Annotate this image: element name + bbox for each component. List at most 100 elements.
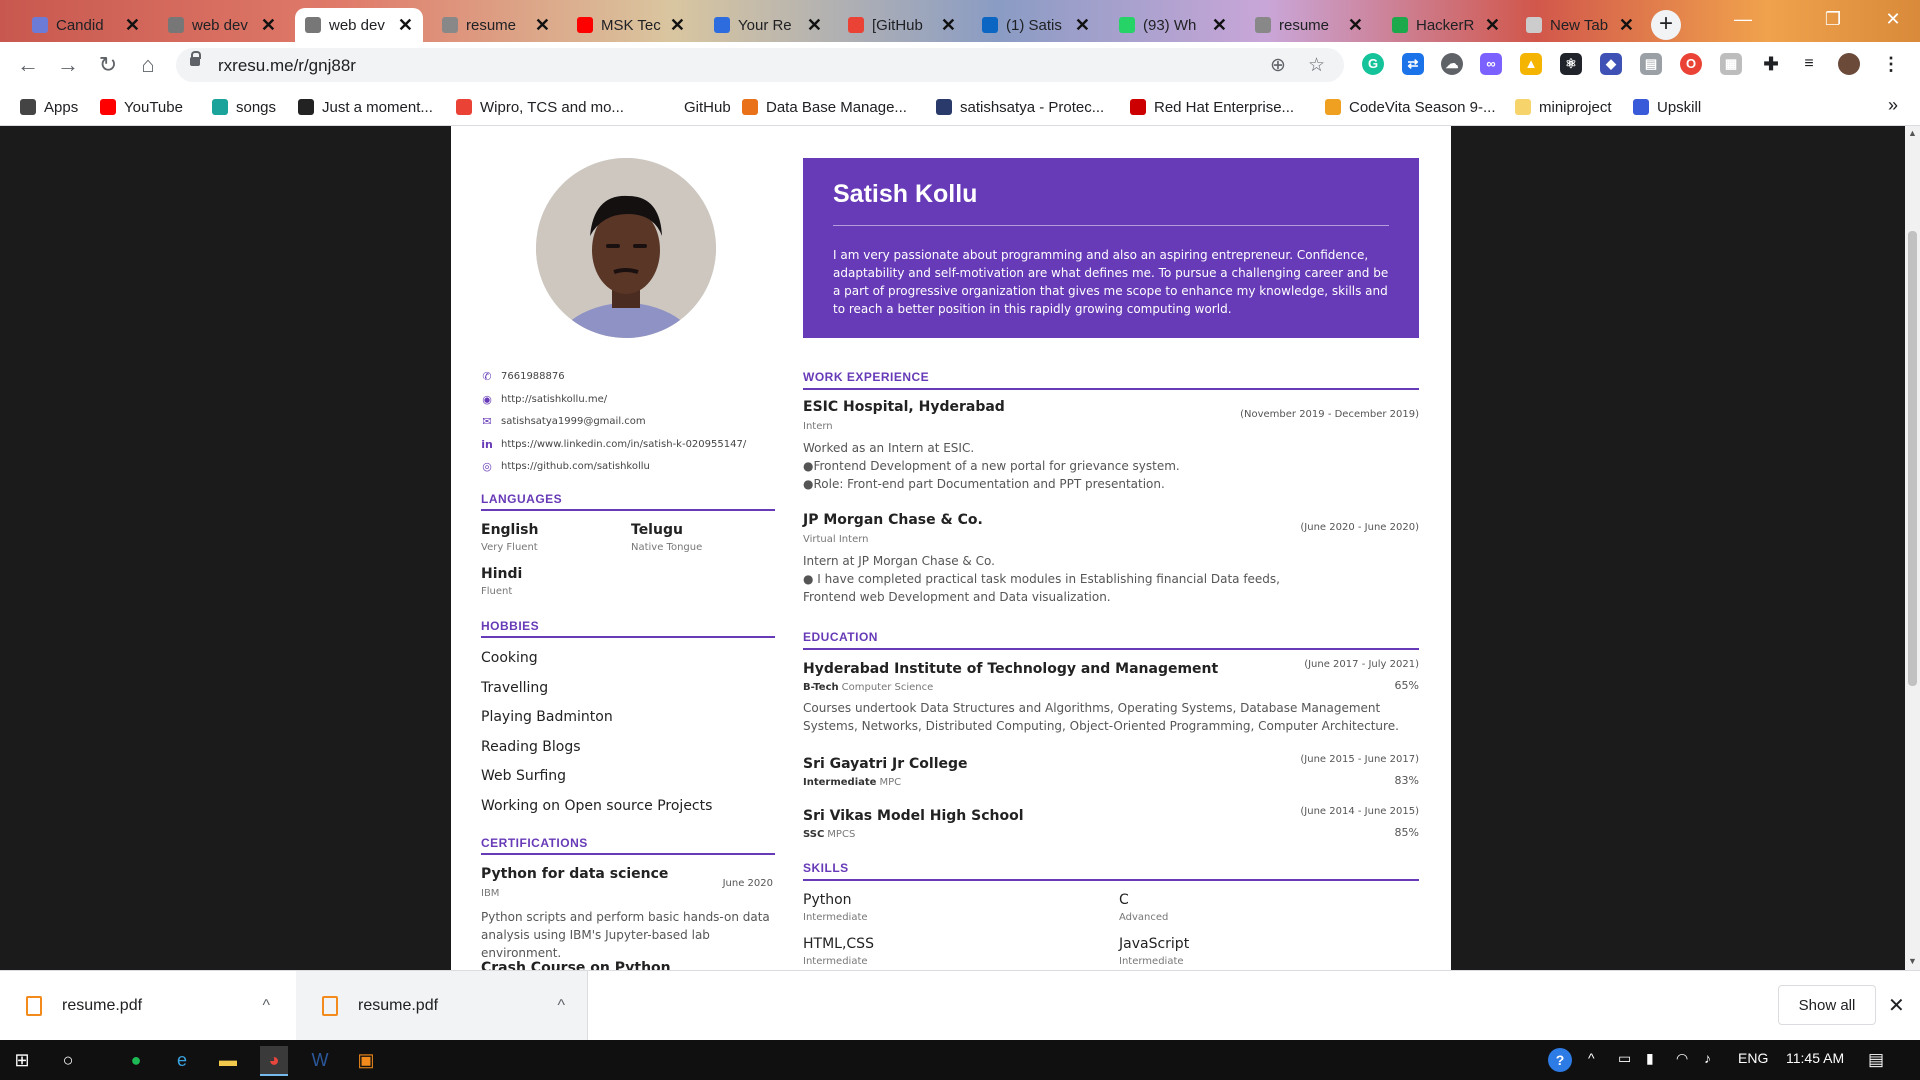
tab-close-icon[interactable]: ✕ bbox=[398, 15, 413, 36]
chrome-icon[interactable]: ◕ bbox=[260, 1046, 288, 1076]
tab-close-icon[interactable]: ✕ bbox=[125, 15, 140, 36]
contact-item[interactable]: ✉ satishsatya1999@gmail.com bbox=[481, 415, 646, 428]
grammarly-extension-icon[interactable]: G bbox=[1362, 53, 1384, 75]
bookmark-item[interactable]: Upskill bbox=[1633, 96, 1701, 118]
new-tab-button[interactable]: + bbox=[1651, 10, 1681, 40]
word-icon[interactable]: W bbox=[306, 1046, 334, 1074]
download-item[interactable]: resume.pdf ^ bbox=[296, 971, 588, 1041]
home-button[interactable]: ⌂ bbox=[134, 51, 162, 79]
bookmark-item[interactable]: CodeVita Season 9-... bbox=[1325, 96, 1495, 118]
contact-item[interactable]: ◉ http://satishkollu.me/ bbox=[481, 393, 607, 406]
edge-icon[interactable]: e bbox=[168, 1046, 196, 1074]
browser-tab[interactable]: web dev ✕ bbox=[158, 8, 286, 42]
search-circle-icon[interactable]: ○ bbox=[54, 1046, 82, 1074]
bookmark-item[interactable]: Wipro, TCS and mo... bbox=[456, 96, 624, 118]
glasses-extension-icon[interactable]: ∞ bbox=[1480, 53, 1502, 75]
react-devtools-icon[interactable]: ⚛ bbox=[1560, 53, 1582, 75]
download-filename[interactable]: resume.pdf bbox=[358, 997, 557, 1015]
browser-tab[interactable]: (93) Wh ✕ bbox=[1109, 8, 1237, 42]
chevron-up-icon[interactable]: ^ bbox=[262, 997, 270, 1015]
bookmark-item[interactable]: songs bbox=[212, 96, 276, 118]
tab-close-icon[interactable]: ✕ bbox=[1212, 15, 1227, 36]
tab-close-icon[interactable]: ✕ bbox=[261, 15, 276, 36]
back-button[interactable]: ← bbox=[14, 51, 42, 79]
scroll-down-arrow-icon[interactable]: ▼ bbox=[1907, 956, 1918, 966]
volume-icon[interactable]: ♪ bbox=[1704, 1050, 1711, 1066]
browser-tab[interactable]: resume ✕ bbox=[432, 8, 560, 42]
browser-tab[interactable]: HackerR ✕ bbox=[1382, 8, 1510, 42]
contact-value[interactable]: http://satishkollu.me/ bbox=[501, 394, 607, 405]
page-scrollbar[interactable]: ▲ ▼ bbox=[1905, 126, 1920, 970]
browser-tab[interactable]: resume ✕ bbox=[1245, 8, 1373, 42]
show-all-downloads-button[interactable]: Show all bbox=[1778, 985, 1876, 1025]
browser-tab[interactable]: MSK Tec ✕ bbox=[567, 8, 695, 42]
contact-value[interactable]: 7661988876 bbox=[501, 371, 565, 382]
close-window-button[interactable]: ✕ bbox=[1870, 4, 1916, 34]
spotify-icon[interactable]: ● bbox=[122, 1046, 150, 1074]
input-language[interactable]: ENG bbox=[1738, 1050, 1768, 1066]
forward-button[interactable]: → bbox=[54, 51, 82, 79]
tray-expand-icon[interactable]: ^ bbox=[1588, 1050, 1595, 1066]
file-explorer-icon[interactable]: ▬ bbox=[214, 1046, 242, 1074]
bookmark-item[interactable]: Just a moment... bbox=[298, 96, 433, 118]
bookmark-item[interactable]: Data Base Manage... bbox=[742, 96, 907, 118]
reload-button[interactable]: ↻ bbox=[94, 51, 122, 79]
notifications-icon[interactable]: ▤ bbox=[1868, 1050, 1884, 1070]
contact-value[interactable]: https://www.linkedin.com/in/satish-k-020… bbox=[501, 439, 746, 450]
tab-close-icon[interactable]: ✕ bbox=[1075, 15, 1090, 36]
chevron-up-icon[interactable]: ^ bbox=[557, 997, 565, 1015]
browser-tab[interactable]: web dev ✕ bbox=[295, 8, 423, 42]
bookmark-item[interactable]: GitHub bbox=[660, 96, 731, 118]
tab-close-icon[interactable]: ✕ bbox=[941, 15, 956, 36]
bookmark-item[interactable]: YouTube bbox=[100, 96, 183, 118]
bookmarks-overflow-button[interactable]: » bbox=[1888, 94, 1898, 116]
contact-value[interactable]: https://github.com/satishkollu bbox=[501, 461, 650, 472]
browser-tab[interactable]: Your Re ✕ bbox=[704, 8, 832, 42]
bookmark-star-icon[interactable]: ☆ bbox=[1308, 54, 1325, 77]
contact-item[interactable]: in https://www.linkedin.com/in/satish-k-0… bbox=[481, 438, 746, 451]
bookmark-item[interactable]: Red Hat Enterprise... bbox=[1130, 96, 1294, 118]
windows-start-icon[interactable]: ⊞ bbox=[8, 1046, 36, 1074]
cloud-extension-icon[interactable]: ☁ bbox=[1441, 53, 1463, 75]
clock-time[interactable]: 11:45 AM bbox=[1786, 1050, 1844, 1066]
tab-close-icon[interactable]: ✕ bbox=[1348, 15, 1363, 36]
lock-extension-icon[interactable]: ▲ bbox=[1520, 53, 1542, 75]
tab-close-icon[interactable]: ✕ bbox=[535, 15, 550, 36]
bookmark-item[interactable]: Apps bbox=[20, 96, 78, 118]
chrome-menu-icon[interactable]: ⋮ bbox=[1880, 53, 1902, 75]
restore-button[interactable]: ❐ bbox=[1810, 4, 1856, 34]
bookmark-item[interactable]: satishsatya - Protec... bbox=[936, 96, 1104, 118]
download-item[interactable]: resume.pdf ^ bbox=[0, 971, 292, 1041]
tab-close-icon[interactable]: ✕ bbox=[670, 15, 685, 36]
profile-extension-icon[interactable]: ▦ bbox=[1720, 53, 1742, 75]
scroll-up-arrow-icon[interactable]: ▲ bbox=[1907, 128, 1918, 138]
extension-badge-icon[interactable]: ◆ bbox=[1600, 53, 1622, 75]
address-bar[interactable]: rxresu.me/r/gnj88r ⊕ ☆ bbox=[176, 48, 1344, 82]
tab-close-icon[interactable]: ✕ bbox=[807, 15, 822, 36]
tab-close-icon[interactable]: ✕ bbox=[1619, 15, 1634, 36]
profile-avatar[interactable] bbox=[1838, 53, 1860, 75]
browser-tab[interactable]: [GitHub ✕ bbox=[838, 8, 966, 42]
browser-tab[interactable]: Candid ✕ bbox=[22, 8, 150, 42]
browser-tab[interactable]: (1) Satis ✕ bbox=[972, 8, 1100, 42]
url-text[interactable]: rxresu.me/r/gnj88r bbox=[218, 56, 356, 76]
contact-value[interactable]: satishsatya1999@gmail.com bbox=[501, 416, 646, 427]
adblock-extension-icon[interactable]: O bbox=[1680, 53, 1702, 75]
contact-item[interactable]: ◎ https://github.com/satishkollu bbox=[481, 460, 650, 473]
minimize-button[interactable]: — bbox=[1720, 4, 1766, 34]
close-downloads-bar-icon[interactable]: ✕ bbox=[1888, 993, 1905, 1018]
wifi-icon[interactable]: ◠ bbox=[1676, 1050, 1688, 1067]
bookmark-item[interactable]: miniproject bbox=[1515, 96, 1612, 118]
scrollbar-thumb[interactable] bbox=[1908, 231, 1917, 686]
contact-item[interactable]: ✆ 7661988876 bbox=[481, 370, 565, 383]
media-control-icon[interactable]: ≡ bbox=[1798, 53, 1820, 75]
translate-extension-icon[interactable]: ⇄ bbox=[1402, 53, 1424, 75]
pdf-viewer-icon[interactable]: ▣ bbox=[352, 1046, 380, 1074]
help-icon[interactable]: ? bbox=[1548, 1048, 1572, 1072]
screenshot-extension-icon[interactable]: ▤ bbox=[1640, 53, 1662, 75]
install-app-icon[interactable]: ⊕ bbox=[1270, 54, 1286, 77]
tab-close-icon[interactable]: ✕ bbox=[1485, 15, 1500, 36]
device-icon[interactable]: ▭ bbox=[1618, 1050, 1631, 1067]
download-filename[interactable]: resume.pdf bbox=[62, 997, 262, 1015]
browser-tab[interactable]: New Tab ✕ bbox=[1516, 8, 1644, 42]
